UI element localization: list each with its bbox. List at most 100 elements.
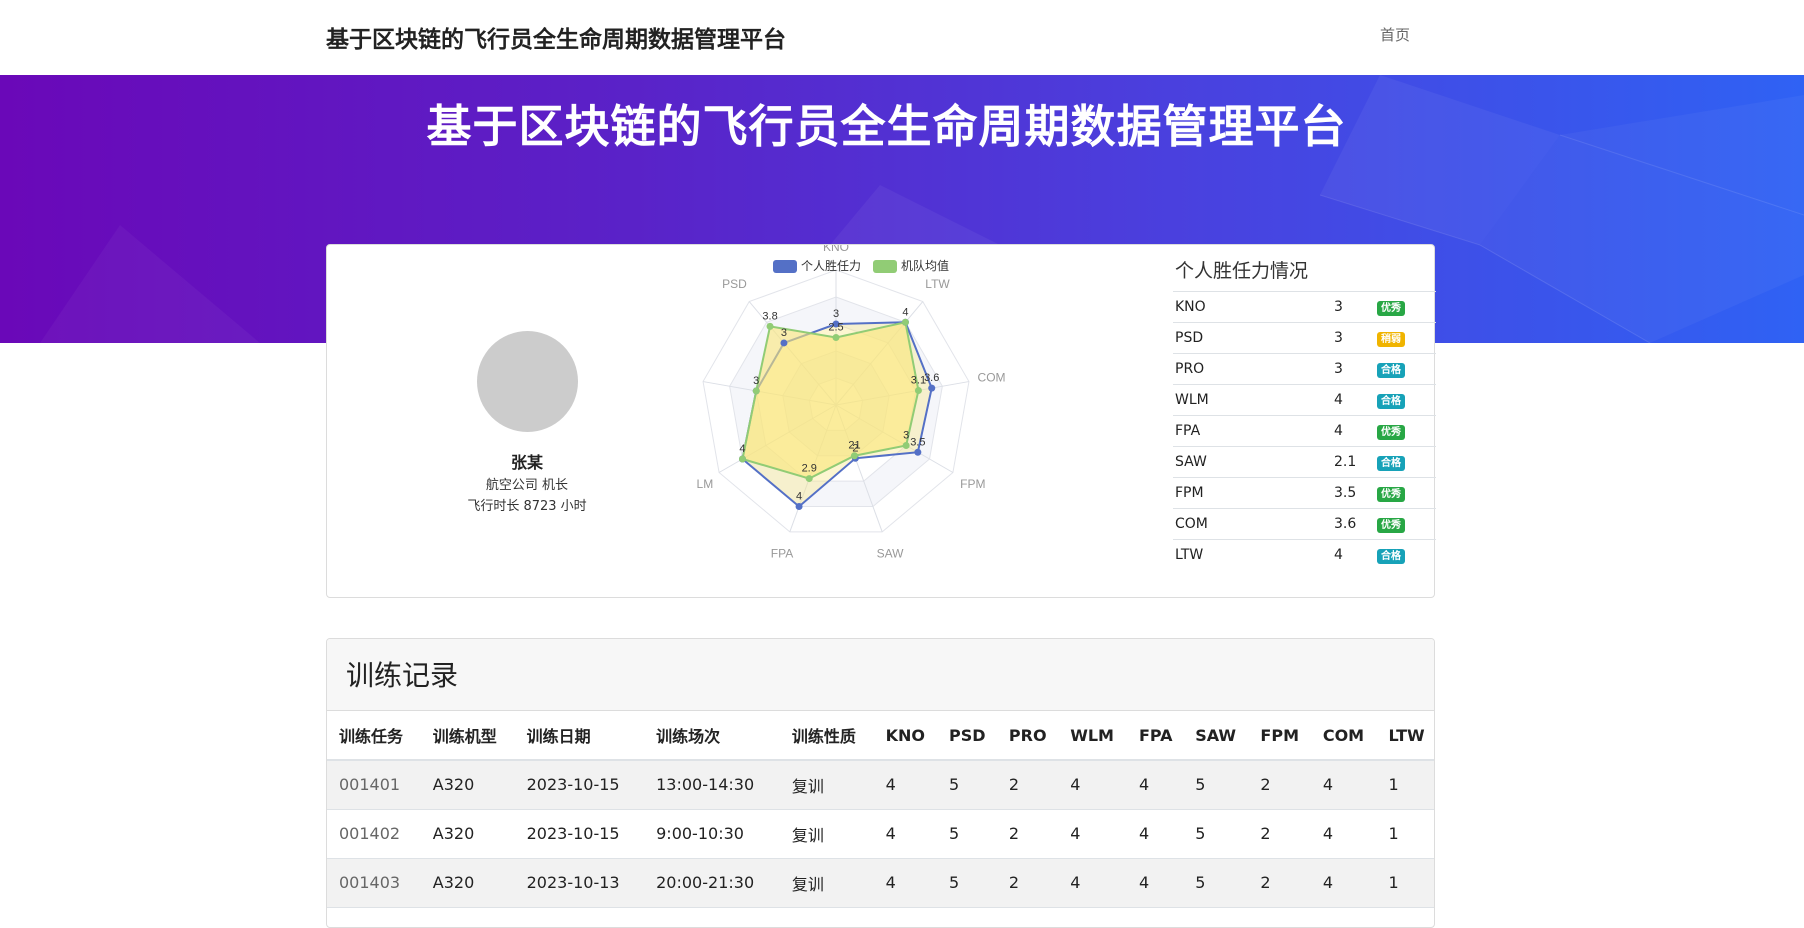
- table-cell: 4: [1310, 858, 1377, 908]
- column-header: WLM: [1058, 711, 1127, 761]
- radar-axis-label: SAW: [877, 546, 905, 560]
- radar-axis-label: WLM: [697, 477, 713, 491]
- table-cell: 4: [873, 760, 938, 810]
- table-cell: 2023-10-13: [514, 858, 645, 908]
- table-cell: 20:00-21:30: [644, 858, 780, 908]
- competency-level-cell: 合格: [1375, 384, 1436, 416]
- table-cell: 2: [1248, 858, 1311, 908]
- legend-swatch: [873, 260, 897, 273]
- table-cell: 4: [1310, 760, 1377, 810]
- profile-card: 张某 航空公司 机长 飞行时长 8723 小时 KNO LTW COM FPM SAW F…: [326, 244, 1436, 598]
- competency-score: 4: [1332, 539, 1375, 571]
- pilot-flight-hours: 飞行时长 8723 小时: [467, 499, 587, 514]
- table-cell: 5: [1183, 858, 1249, 908]
- avatar: [477, 331, 578, 432]
- competency-score: 4: [1332, 415, 1375, 447]
- table-row[interactable]: 001402 A320 2023-10-15 9:00-10:30 复训 4 5 2 4 4 5 2 4…: [327, 809, 1434, 859]
- table-cell: 4: [1058, 760, 1127, 810]
- competency-score: 4: [1332, 384, 1375, 416]
- radar-point: [752, 387, 760, 395]
- legend-swatch: [773, 260, 797, 273]
- column-header: FPA: [1126, 711, 1184, 761]
- nav-home-link[interactable]: 首页: [1380, 24, 1410, 45]
- competency-row: PRO 3 合格: [1173, 353, 1436, 385]
- table-cell: 4: [873, 858, 938, 908]
- competency-level-cell: 优秀: [1375, 477, 1436, 509]
- competency-code: WLM: [1173, 384, 1332, 416]
- radar-axis-label: PSD: [722, 277, 747, 291]
- table-cell: 2: [996, 760, 1059, 810]
- level-badge: 优秀: [1377, 424, 1405, 440]
- competency-level-cell: 合格: [1375, 353, 1436, 385]
- radar-data-label: 2.9: [802, 463, 817, 475]
- radar-point: [928, 384, 936, 392]
- level-badge: 合格: [1377, 393, 1405, 409]
- legend-label: 个人胜任力: [801, 258, 861, 273]
- column-header: PRO: [996, 711, 1059, 761]
- table-cell: 4: [1310, 809, 1377, 859]
- hero-title: 基于区块链的飞行员全生命周期数据管理平台: [426, 100, 1347, 153]
- task-id-cell[interactable]: 001401: [327, 760, 421, 810]
- radar-axis-label: FPM: [960, 477, 985, 491]
- competency-level-cell: 优秀: [1375, 291, 1436, 323]
- table-cell: 复训: [779, 858, 874, 908]
- radar-data-label: 2.5: [828, 322, 843, 334]
- competency-row: KNO 3 优秀: [1173, 291, 1436, 323]
- competency-score: 3.6: [1332, 508, 1375, 540]
- radar-point: [805, 475, 813, 483]
- level-badge: 稍弱: [1377, 331, 1405, 347]
- competency-code: FPA: [1173, 415, 1332, 447]
- column-header: LTW: [1376, 711, 1434, 761]
- table-cell: 5: [1183, 809, 1249, 859]
- competency-row: COM 3.6 优秀: [1173, 508, 1436, 540]
- competency-row: FPM 3.5 优秀: [1173, 477, 1436, 509]
- task-id-cell[interactable]: 001402: [327, 809, 421, 859]
- competency-level-cell: 稍弱: [1375, 322, 1436, 354]
- table-cell: 4: [1126, 858, 1184, 908]
- competency-level-cell: 优秀: [1375, 415, 1436, 447]
- level-badge: 优秀: [1377, 517, 1405, 533]
- column-header: SAW: [1183, 711, 1249, 761]
- radar-point: [914, 448, 922, 456]
- table-row[interactable]: 001403 A320 2023-10-13 20:00-21:30 复训 4 5 2 4 4 5 2…: [327, 858, 1434, 908]
- radar-data-label: 3: [781, 327, 787, 339]
- column-header: PSD: [937, 711, 997, 761]
- competency-radar-chart: KNOLTWCOMFPMSAWFPAWLMPROPSD32.543.63.13.…: [697, 245, 1006, 560]
- records-title: 训练记录: [346, 659, 459, 692]
- navbar-brand[interactable]: 基于区块链的飞行员全生命周期数据管理平台: [326, 20, 786, 54]
- level-badge: 合格: [1377, 362, 1405, 378]
- competency-score: 3: [1332, 291, 1375, 323]
- radar-data-label: 3: [753, 375, 759, 387]
- column-header: FPM: [1248, 711, 1311, 761]
- competency-title: 个人胜任力情况: [1175, 260, 1309, 282]
- radar-point: [902, 442, 910, 449]
- level-badge: 合格: [1377, 548, 1405, 564]
- table-cell: 9:00-10:30: [644, 809, 780, 859]
- task-id-cell[interactable]: 001403: [327, 858, 421, 908]
- radar-data-label: 21: [848, 440, 860, 452]
- table-cell: 复训: [779, 809, 874, 859]
- competency-code: COM: [1173, 508, 1332, 540]
- table-cell: 4: [1126, 760, 1184, 810]
- radar-point: [738, 455, 746, 463]
- table-row[interactable]: 001401 A320 2023-10-15 13:00-14:30 复训 4 5 2 4 4 5 2…: [327, 760, 1434, 810]
- top-navbar: 基于区块链的飞行员全生命周期数据管理平台 首页: [0, 0, 1804, 75]
- radar-data-label: 3: [903, 430, 909, 442]
- column-header: 训练性质: [779, 711, 874, 761]
- training-records-table: 训练任务 训练机型 训练日期 训练场次 训练性质 KNO PSD PRO WLM FPA SAW FP…: [327, 711, 1434, 908]
- radar-data-label: 3.1: [911, 374, 926, 386]
- column-header: 训练机型: [420, 711, 515, 761]
- competency-code: LTW: [1173, 539, 1332, 571]
- radar-axis-label: COM: [978, 371, 1006, 385]
- competency-level-cell: 优秀: [1375, 508, 1436, 540]
- legend-label: 机队均值: [901, 258, 949, 273]
- column-header: COM: [1310, 711, 1377, 761]
- competency-table: KNO 3 优秀 PSD 3 稍弱 PRO 3 合格 WLM 4 合格 FPA 4 优秀 SAW 2.1 合格 FP…: [1173, 291, 1436, 571]
- training-records-panel: 训练记录 训练任务 训练机型 训练日期 训练场次 训练性质 KNO PSD PRO WLM FPA…: [326, 638, 1435, 928]
- column-header: KNO: [873, 711, 938, 761]
- competency-code: PRO: [1173, 353, 1332, 385]
- table-cell: A320: [420, 809, 515, 859]
- table-cell: 复训: [779, 760, 874, 810]
- table-cell: 2: [1248, 809, 1311, 859]
- table-cell: 4: [1058, 858, 1127, 908]
